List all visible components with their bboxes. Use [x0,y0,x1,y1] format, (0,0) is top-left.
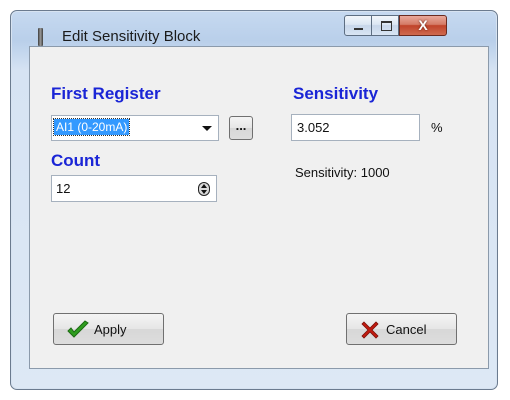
close-button[interactable]: X [399,15,447,36]
apply-button[interactable]: Apply [53,313,164,345]
sensitivity-info: Sensitivity: 1000 [295,165,390,180]
close-icon: X [418,17,428,33]
browse-register-button[interactable]: ... [229,116,253,140]
first-register-label: First Register [51,84,161,103]
count-label: Count [51,151,101,170]
sensitivity-label: Sensitivity [293,84,379,103]
maximize-button[interactable] [371,15,399,36]
sensitivity-value: 3.052 [297,120,330,135]
sensitivity-unit: % [431,120,443,135]
dialog-client-area: First Register AI1 (0-20mA) ... Count 12… [29,46,489,369]
cancel-button[interactable]: Cancel [346,313,457,345]
x-icon [361,321,379,339]
cancel-label: Cancel [386,322,427,337]
minimize-button[interactable] [344,15,372,36]
maximize-icon [381,21,392,31]
spin-updown-icon[interactable] [198,182,210,196]
apply-label: Apply [94,322,127,337]
checkmark-icon [67,320,89,338]
first-register-combobox[interactable]: AI1 (0-20mA) [51,115,219,141]
sensitivity-input[interactable]: 3.052 [291,114,420,141]
minimize-icon [354,28,363,30]
count-value: 12 [56,181,71,196]
count-stepper[interactable]: 12 [51,175,217,202]
first-register-value: AI1 (0-20mA) [52,118,131,136]
window-title: Edit Sensitivity Block [62,28,201,45]
chevron-down-icon[interactable] [202,126,212,131]
app-icon [38,28,43,46]
